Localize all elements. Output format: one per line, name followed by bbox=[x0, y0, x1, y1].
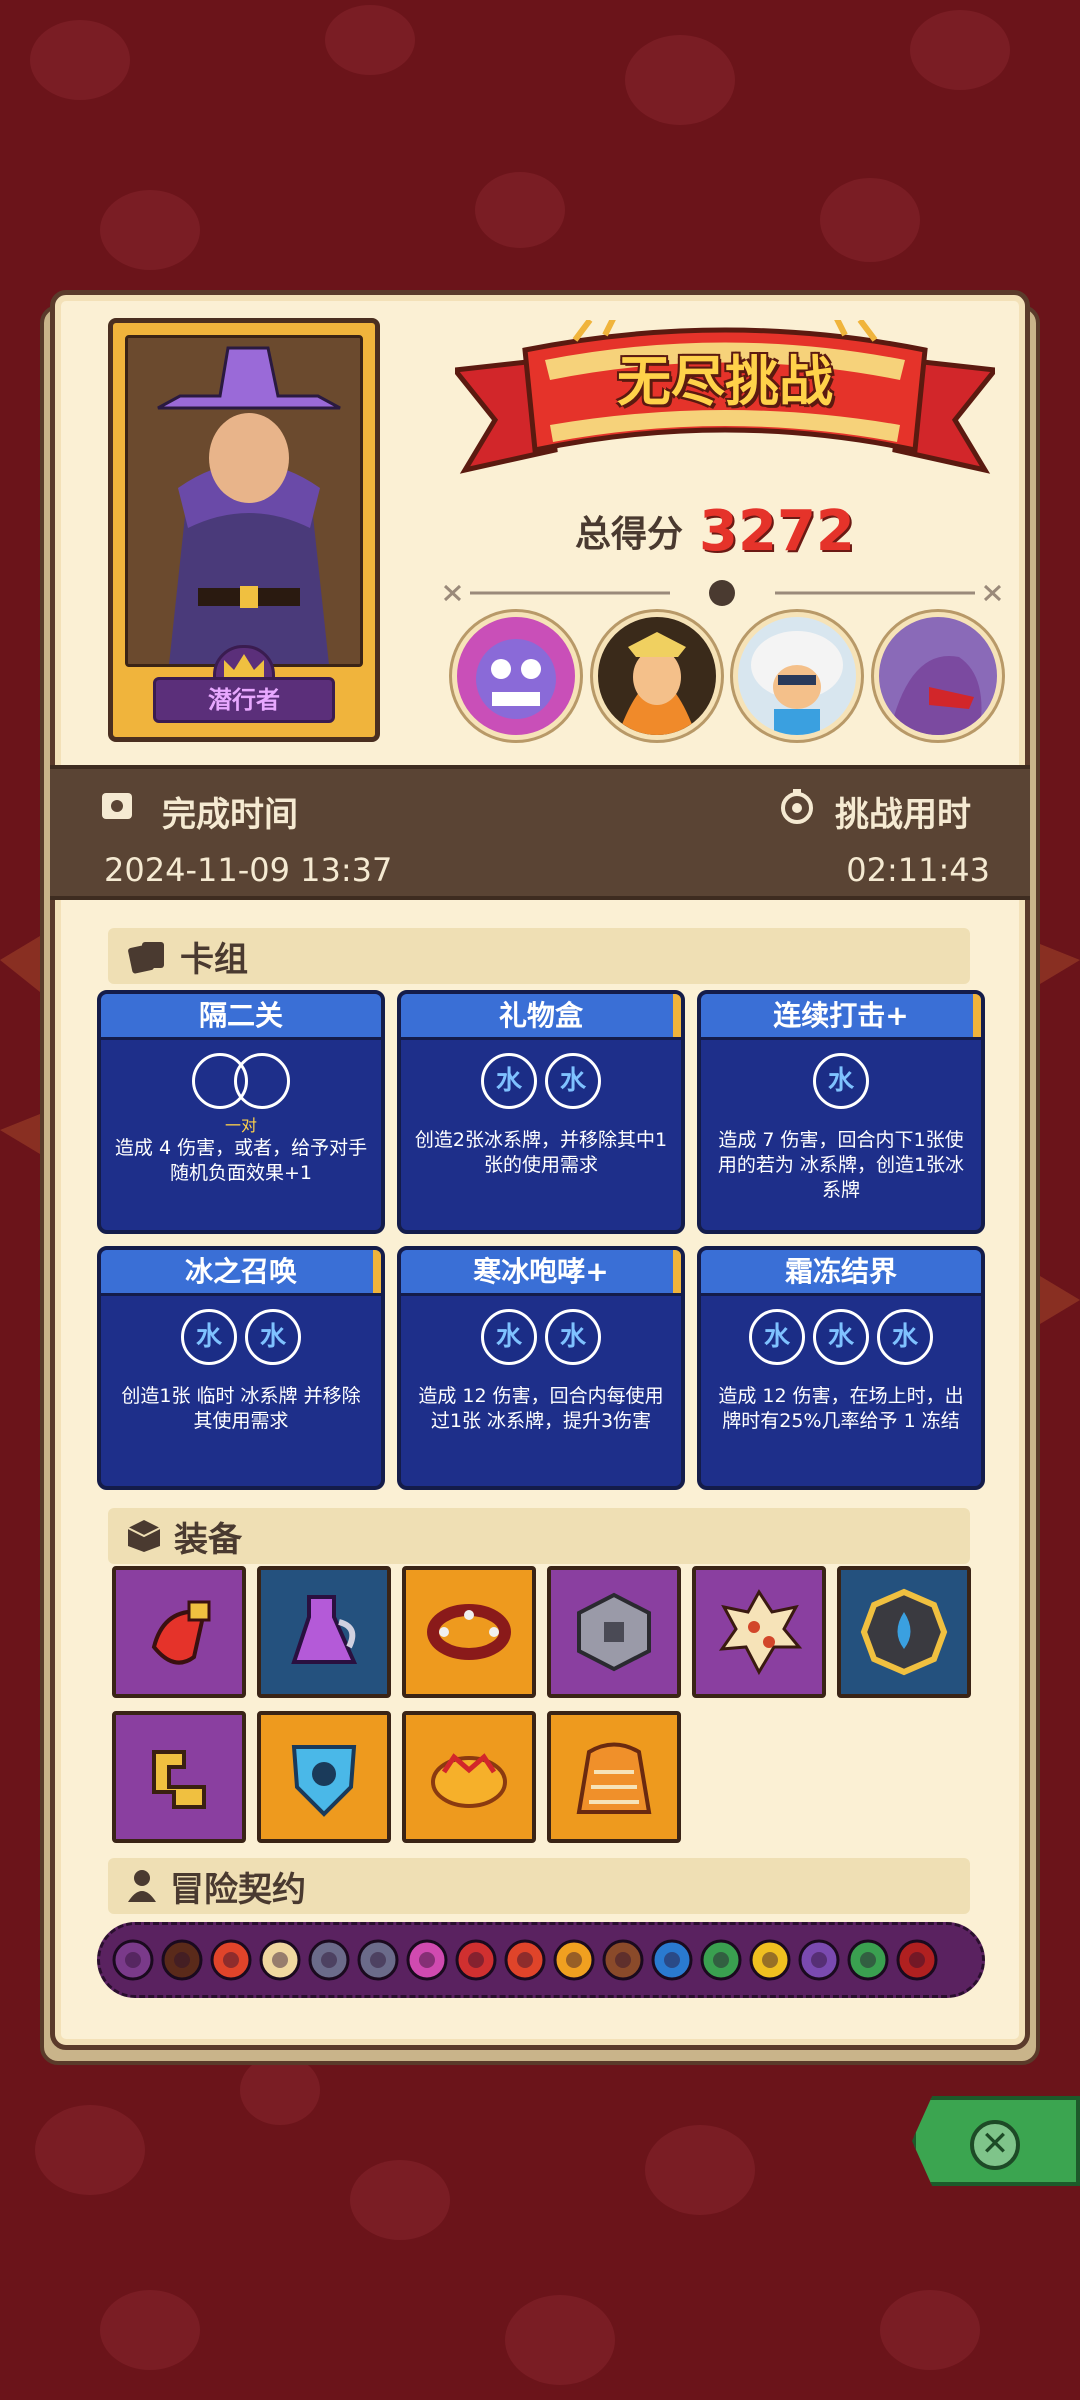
title-banner: 无尽挑战 bbox=[450, 313, 1000, 490]
contract-icon[interactable] bbox=[108, 1930, 157, 1990]
stone-cube-icon[interactable] bbox=[547, 1566, 681, 1698]
defeated-bosses bbox=[452, 612, 1002, 742]
spiked-collar-icon[interactable] bbox=[402, 1566, 536, 1698]
contract-icon[interactable] bbox=[745, 1930, 794, 1990]
card-requirement: 水 水 水 bbox=[701, 1296, 981, 1378]
ice-element-icon: 水 bbox=[181, 1309, 237, 1365]
person-icon bbox=[128, 1870, 156, 1902]
ice-element-icon: 水 bbox=[813, 1309, 869, 1365]
duration-value: 02:11:43 bbox=[846, 851, 990, 889]
card-item[interactable]: 寒冰咆哮+ 水 水 造成 12 伤害，回合内每使用过1张 冰系牌，提升3伤害 bbox=[397, 1246, 685, 1490]
card-title: 隔二关 bbox=[101, 994, 381, 1040]
contract-icon[interactable] bbox=[206, 1930, 255, 1990]
card-title: 冰之召唤 bbox=[101, 1250, 381, 1296]
ice-element-icon: 水 bbox=[877, 1309, 933, 1365]
water-amulet-icon[interactable] bbox=[837, 1566, 971, 1698]
contract-icon[interactable] bbox=[598, 1930, 647, 1990]
ice-element-icon: 水 bbox=[813, 1053, 869, 1109]
contract-icon[interactable] bbox=[500, 1930, 549, 1990]
contract-icon[interactable] bbox=[157, 1930, 206, 1990]
spotted-dice-icon[interactable] bbox=[692, 1566, 826, 1698]
purple-potion-icon[interactable] bbox=[257, 1566, 391, 1698]
character-art bbox=[125, 335, 363, 667]
contract-icon[interactable] bbox=[843, 1930, 892, 1990]
ice-shield-icon[interactable] bbox=[257, 1711, 391, 1843]
contract-icon[interactable] bbox=[304, 1930, 353, 1990]
ice-element-icon: 水 bbox=[481, 1053, 537, 1109]
card-requirement: 水 水 bbox=[101, 1296, 381, 1378]
equipment-grid bbox=[112, 1566, 972, 1846]
equipment-section-header: 装备 bbox=[108, 1508, 970, 1564]
contract-strip bbox=[97, 1922, 985, 1998]
score-label: 总得分 bbox=[575, 514, 684, 555]
fur-cloak-icon[interactable] bbox=[547, 1711, 681, 1843]
ice-element-icon: 水 bbox=[245, 1309, 301, 1365]
cards-section-header: 卡组 bbox=[108, 928, 970, 984]
contract-icon[interactable] bbox=[892, 1930, 941, 1990]
contract-icon[interactable] bbox=[549, 1930, 598, 1990]
card-description: 造成 7 伤害，回合内下1张使用的若为 冰系牌，创造1张冰系牌 bbox=[717, 1129, 965, 1201]
total-score: 总得分 3272 bbox=[575, 496, 875, 566]
contract-icon[interactable] bbox=[353, 1930, 402, 1990]
character-portrait[interactable]: 潜行者 bbox=[108, 318, 380, 742]
ice-element-icon: 水 bbox=[545, 1309, 601, 1365]
card-title: 霜冻结界 bbox=[701, 1250, 981, 1296]
contract-icon[interactable] bbox=[255, 1930, 304, 1990]
ornament-divider bbox=[443, 580, 1002, 606]
completed-time-label: 完成时间 bbox=[162, 795, 298, 835]
card-requirement: 水 bbox=[701, 1040, 981, 1122]
cards-section-title: 卡组 bbox=[180, 939, 248, 980]
close-icon: ✕ bbox=[970, 2120, 1020, 2170]
card-item[interactable]: 冰之召唤 水 水 创造1张 临时 冰系牌 并移除其使用需求 bbox=[97, 1246, 385, 1490]
boss-portrait-4[interactable] bbox=[873, 612, 1002, 740]
close-button[interactable]: ✕ bbox=[912, 2096, 1080, 2186]
card-requirement: 水 水 bbox=[401, 1296, 681, 1378]
time-info-bar: 完成时间 挑战用时 2024-11-09 13:37 02:11:43 bbox=[50, 765, 1030, 900]
contract-icon[interactable] bbox=[696, 1930, 745, 1990]
card-title: 寒冰咆哮+ bbox=[401, 1250, 681, 1296]
red-flask-icon[interactable] bbox=[112, 1566, 246, 1698]
stopwatch-icon bbox=[781, 789, 813, 824]
score-value: 3272 bbox=[699, 498, 855, 564]
card-description: 创造2张冰系牌，并移除其中1张的使用需求 bbox=[414, 1129, 668, 1176]
contract-icon[interactable] bbox=[647, 1930, 696, 1990]
box-icon bbox=[127, 1520, 161, 1552]
card-requirement bbox=[101, 1040, 381, 1122]
ice-element-icon: 水 bbox=[749, 1309, 805, 1365]
duration-label: 挑战用时 bbox=[835, 795, 971, 835]
boss-portrait-1[interactable] bbox=[452, 612, 580, 740]
card-deck: 隔二关 一对 造成 4 伤害，或者，给予对手随机负面效果+1 礼物盒 水 水 创… bbox=[97, 990, 985, 1490]
contracts-section-header: 冒险契约 bbox=[108, 1858, 970, 1914]
boss-portrait-2[interactable] bbox=[592, 612, 721, 740]
card-requirement-label: 一对 bbox=[224, 1116, 257, 1135]
film-icon bbox=[102, 793, 132, 819]
ice-element-icon: 水 bbox=[545, 1053, 601, 1109]
character-name: 潜行者 bbox=[153, 677, 335, 723]
card-item[interactable]: 隔二关 一对 造成 4 伤害，或者，给予对手随机负面效果+1 bbox=[97, 990, 385, 1234]
card-item[interactable]: 礼物盒 水 水 创造2张冰系牌，并移除其中1张的使用需求 bbox=[397, 990, 685, 1234]
contract-icon[interactable] bbox=[451, 1930, 500, 1990]
contracts-section-title: 冒险契约 bbox=[170, 1869, 306, 1910]
contract-icon[interactable] bbox=[402, 1930, 451, 1990]
gold-rune-icon[interactable] bbox=[112, 1711, 246, 1843]
card-title: 礼物盒 bbox=[401, 994, 681, 1040]
card-description: 造成 12 伤害，回合内每使用过1张 冰系牌，提升3伤害 bbox=[418, 1385, 664, 1432]
completed-time-value: 2024-11-09 13:37 bbox=[104, 851, 393, 889]
boss-portrait-3[interactable] bbox=[733, 612, 862, 740]
gold-crown-icon[interactable] bbox=[402, 1711, 536, 1843]
card-description: 创造1张 临时 冰系牌 并移除其使用需求 bbox=[121, 1385, 361, 1432]
card-description: 造成 12 伤害，在场上时，出牌时有25%几率给予 1 冻结 bbox=[718, 1385, 964, 1432]
card-title: 连续打击+ bbox=[701, 994, 981, 1040]
pair-circle-icon bbox=[234, 1053, 290, 1109]
cards-icon bbox=[128, 942, 164, 974]
card-item[interactable]: 霜冻结界 水 水 水 造成 12 伤害，在场上时，出牌时有25%几率给予 1 冻… bbox=[697, 1246, 985, 1490]
card-item[interactable]: 连续打击+ 水 造成 7 伤害，回合内下1张使用的若为 冰系牌，创造1张冰系牌 bbox=[697, 990, 985, 1234]
contract-icon[interactable] bbox=[794, 1930, 843, 1990]
banner-title: 无尽挑战 bbox=[617, 350, 833, 413]
card-description: 造成 4 伤害，或者，给予对手随机负面效果+1 bbox=[114, 1137, 368, 1184]
equipment-section-title: 装备 bbox=[174, 1519, 242, 1560]
card-requirement: 水 水 bbox=[401, 1040, 681, 1122]
ice-element-icon: 水 bbox=[481, 1309, 537, 1365]
